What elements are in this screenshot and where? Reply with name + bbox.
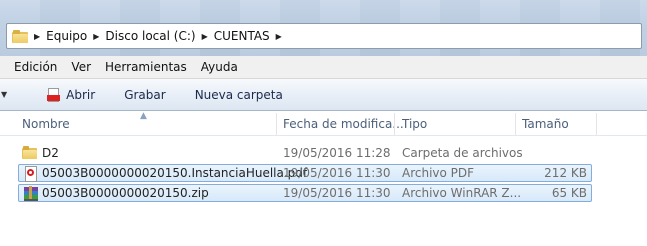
list-item-selected[interactable]: 05003B0000000020150.zip 19/05/2016 11:30… [18,184,592,202]
file-size: 65 KB [551,186,587,200]
column-name[interactable]: Nombre [22,117,70,131]
column-size[interactable]: Tamaño [522,117,569,131]
pdf-file-icon [23,166,39,182]
new-folder-button[interactable]: Nueva carpeta [195,88,283,102]
menu-ayuda[interactable]: Ayuda [194,60,245,74]
new-folder-button-label: Nueva carpeta [194,87,283,102]
file-date: 19/05/2016 11:30 [283,186,391,200]
breadcrumb-disco-local[interactable]: Disco local (C:) [105,29,195,43]
column-date[interactable]: Fecha de modifica... [283,117,404,131]
column-type[interactable]: Tipo [402,117,427,131]
list-item[interactable]: D2 19/05/2016 11:28 Carpeta de archivos [18,144,592,162]
column-divider[interactable] [276,113,277,135]
menu-edicion[interactable]: Edición [0,60,64,74]
file-size: 212 KB [544,166,587,180]
menu-bar: Edición Ver Herramientas Ayuda [0,56,647,79]
file-name: 05003B0000000020150.zip [42,186,209,200]
sort-ascending-icon: ▲ [140,111,147,121]
address-bar[interactable]: ▶ Equipo ▶ Disco local (C:) ▶ CUENTAS ▶ [6,23,642,49]
file-type: Archivo PDF [402,166,475,180]
breadcrumb-arrow-icon[interactable]: ▶ [202,32,208,41]
menu-herramientas[interactable]: Herramientas [98,60,194,74]
file-name: 05003B0000000020150.InstanciaHuella.pdf [42,166,308,180]
burn-button-label: Grabar [124,87,166,102]
folder-icon [22,145,38,161]
breadcrumb-arrow-icon[interactable]: ▶ [276,32,282,41]
pdf-icon [47,87,61,102]
column-divider[interactable] [596,113,597,135]
file-name: D2 [42,146,59,160]
column-divider[interactable] [394,113,395,135]
open-button[interactable]: Abrir [47,87,96,102]
file-date: 19/05/2016 11:28 [283,146,391,160]
organize-dropdown-icon[interactable]: ▼ [1,90,7,99]
list-item-selected[interactable]: 05003B0000000020150.InstanciaHuella.pdf … [18,164,592,182]
breadcrumb-cuentas[interactable]: CUENTAS [214,29,270,43]
command-bar: ▼ Abrir Grabar Nueva carpeta [0,79,647,111]
breadcrumb-arrow-icon[interactable]: ▶ [34,32,40,41]
file-type: Carpeta de archivos [402,146,523,160]
winrar-archive-icon [23,186,39,202]
breadcrumb-arrow-icon[interactable]: ▶ [93,32,99,41]
file-type: Archivo WinRAR Z... [402,186,522,200]
menu-ver[interactable]: Ver [64,60,98,74]
folder-icon [12,29,28,43]
column-header: ▲ Nombre Fecha de modifica... Tipo Tamañ… [0,111,647,136]
breadcrumb-equipo[interactable]: Equipo [46,29,87,43]
column-divider[interactable] [515,113,516,135]
open-button-label: Abrir [66,87,96,102]
burn-button[interactable]: Grabar [124,88,166,102]
file-date: 19/05/2016 11:30 [283,166,391,180]
